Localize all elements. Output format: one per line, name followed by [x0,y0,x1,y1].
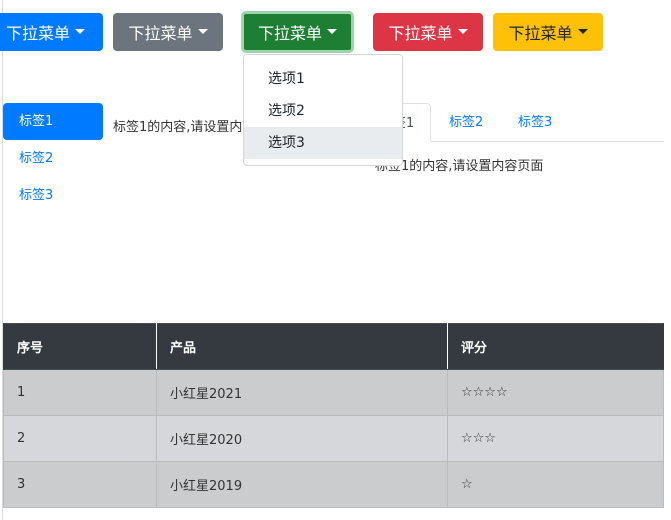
header-rating: 评分 [447,323,664,370]
cell-index: 3 [3,461,157,508]
header-product: 产品 [156,323,448,370]
nav-tabs: 标签1 标签2 标签3 [363,103,664,143]
rating-stars-icon: ☆☆☆ [447,415,664,462]
caret-down-icon [75,28,86,34]
caret-down-icon [327,28,337,34]
dropdown-button-primary[interactable]: 下拉菜单 [0,13,103,51]
rating-stars-icon: ☆ [447,461,664,508]
dropdown-button-warning[interactable]: 下拉菜单 [493,13,603,51]
dropdown-button-success[interactable]: 下拉菜单 [241,11,354,53]
table-header-row: 序号 产品 评分 [3,323,664,370]
dropdown-item-3[interactable]: 选项3 [244,127,402,159]
dropdown-button-label: 下拉菜单 [388,26,453,43]
pill-tab-3[interactable]: 标签3 [3,177,103,214]
cell-index: 2 [3,415,157,462]
caret-down-icon [457,28,468,34]
caret-down-icon [577,28,588,34]
pill-tab-2[interactable]: 标签2 [3,140,103,177]
dropdown-item-2[interactable]: 选项2 [244,95,402,127]
table-row: 1 小红星2021 ☆☆☆☆ [3,369,664,416]
dropdown-button-label: 下拉菜单 [508,26,573,43]
caret-down-icon [197,28,208,34]
rating-stars-icon: ☆☆☆☆ [447,369,664,416]
nav-tab-2[interactable]: 标签2 [433,103,499,142]
dropdown-button-label: 下拉菜单 [6,26,71,43]
dropdown-button-label: 下拉菜单 [128,26,193,43]
cell-product: 小红星2020 [156,415,448,462]
dropdown-button-danger[interactable]: 下拉菜单 [373,13,483,51]
vertical-pill-nav: 标签1 标签2 标签3 [3,103,103,214]
header-index: 序号 [3,323,157,370]
dropdown-menu: 选项1 选项2 选项3 [243,54,403,166]
cell-product: 小红星2019 [156,461,448,508]
pill-tab-1[interactable]: 标签1 [3,103,103,140]
dropdown-item-1[interactable]: 选项1 [244,63,402,95]
cell-product: 小红星2021 [156,369,448,416]
dropdown-button-label: 下拉菜单 [257,26,322,43]
product-table: 序号 产品 评分 1 小红星2021 ☆☆☆☆ 2 小红星2020 ☆☆☆ 3 … [3,323,664,508]
table-row: 2 小红星2020 ☆☆☆ [3,415,664,462]
table-row: 3 小红星2019 ☆ [3,461,664,508]
nav-tab-3[interactable]: 标签3 [502,103,568,142]
cell-index: 1 [3,369,157,416]
dropdown-button-secondary[interactable]: 下拉菜单 [113,13,223,51]
